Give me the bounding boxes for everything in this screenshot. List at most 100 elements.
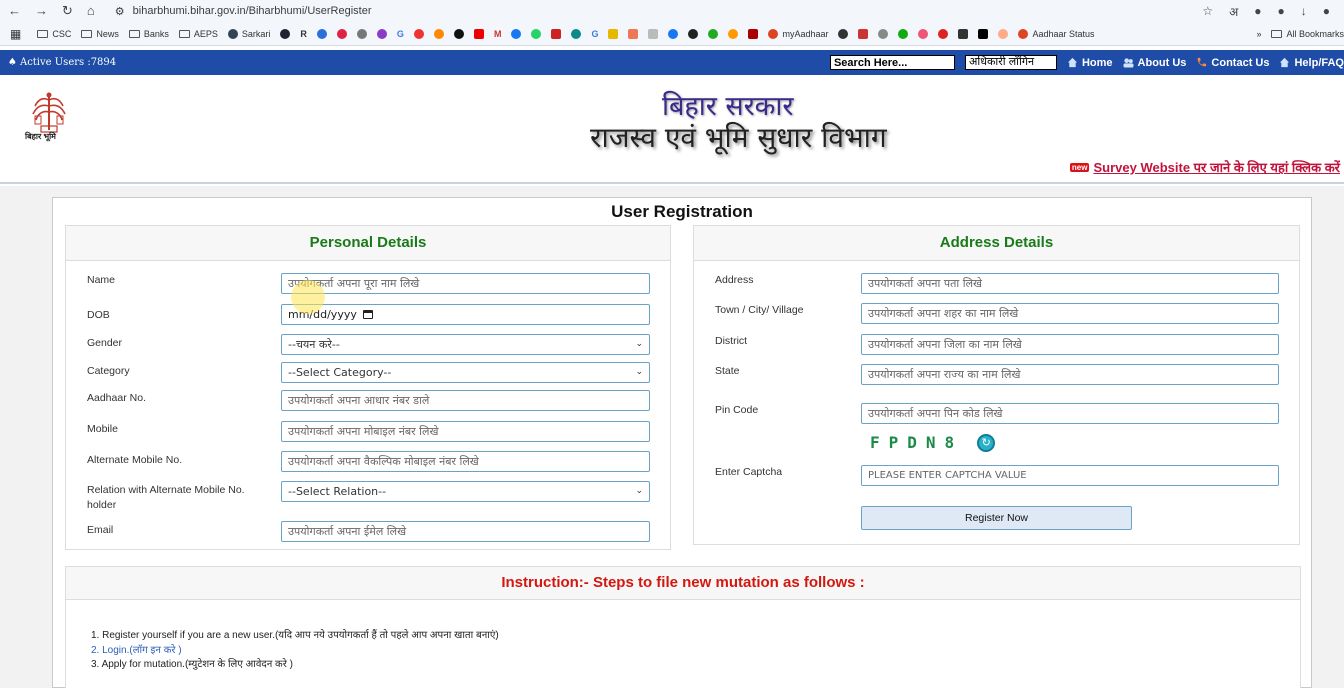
globe-icon [838,28,849,39]
instruction-step-login-link[interactable]: 2. Login.(लॉग इन करे ) [91,644,499,659]
bookmark-news[interactable]: News [81,29,119,39]
url-text[interactable]: biharbhumi.bihar.gov.in/Biharbhumi/UserR… [133,5,372,17]
browser-nav: ← → ↻ ⌂ [0,3,95,19]
bookmark-doc[interactable] [648,28,659,39]
site-info-icon[interactable]: ⚙ [115,5,125,18]
bookmark-aadhaar-status[interactable]: Aadhaar Status [1018,28,1095,39]
bookmark-red[interactable] [336,28,347,39]
site-icon [938,28,949,39]
town-input[interactable]: उपयोगकर्ता अपना शहर का नाम लिखे [861,303,1279,324]
site-icon [958,28,969,39]
captcha-input[interactable]: PLEASE ENTER CAPTCHA VALUE [861,465,1279,486]
site-header: बिहार भूमि बिहार सरकार राजस्व एवं भूमि स… [0,76,1344,184]
extension-icon[interactable]: ● [1254,4,1261,18]
bookmark-red3[interactable] [551,28,562,39]
bookmark-whatsapp[interactable] [531,28,542,39]
apps-grid-icon[interactable]: ▦ [10,27,21,41]
bookmark-csc[interactable]: CSC [37,29,71,39]
mobile-input[interactable]: उपयोगकर्ता अपना मोबाइल नंबर लिखे [281,421,650,442]
mic-icon[interactable]: ● [1278,4,1285,18]
bookmark-r[interactable]: R [300,29,307,39]
bookmark-facebook[interactable] [668,28,679,39]
relation-select[interactable]: --Select Relation-- ⌄ [281,481,650,502]
download-icon[interactable]: ↓ [1301,4,1307,18]
bookmark-gray[interactable] [356,28,367,39]
state-input[interactable]: उपयोगकर्ता अपना राज्य का नाम लिखे [861,364,1279,385]
nav-home[interactable]: Home [1067,57,1113,69]
bookmark-blue[interactable] [316,28,327,39]
bookmark-orange2[interactable] [628,28,639,39]
more-bookmarks-icon[interactable]: » [1256,29,1261,39]
back-icon[interactable]: ← [8,3,21,19]
bookmark-yellow[interactable] [608,28,619,39]
bookmark-x[interactable] [978,28,989,39]
bookmark-g[interactable]: G [397,29,404,39]
district-label: District [715,335,748,347]
pincode-input[interactable]: उपयोगकर्ता अपना पिन कोड लिखे [861,403,1279,424]
search-input[interactable] [829,55,955,70]
reload-icon[interactable]: ↻ [62,3,73,19]
user-icon: ♠ [8,57,17,68]
bookmark-green[interactable] [708,28,719,39]
bookmark-g2[interactable]: G [591,29,598,39]
aadhaar-input[interactable]: उपयोगकर्ता अपना आधार नंबर डाले [281,390,650,411]
gender-select[interactable]: --चयन करे-- ⌄ [281,334,650,355]
district-input[interactable]: उपयोगकर्ता अपना जिला का नाम लिखे [861,334,1279,355]
phone-icon [1198,57,1207,67]
bookmark-black[interactable] [453,28,464,39]
bookmark-red4[interactable] [858,28,869,39]
star-icon[interactable]: ☆ [1202,4,1213,18]
instruction-step-apply: 3. Apply for mutation.(म्युटेशन के लिए आ… [91,659,293,670]
instruction-step-register: 1. Register yourself if you are a new us… [91,630,499,641]
email-label: Email [87,524,114,536]
bookmark-github[interactable] [688,28,699,39]
nav-about[interactable]: About Us [1122,57,1186,69]
bookmark-purple[interactable] [376,28,387,39]
refresh-captcha-icon[interactable]: ↻ [977,433,996,452]
email-input[interactable]: उपयोगकर्ता अपना ईमेल लिखे [281,521,650,542]
house-icon [1280,57,1290,68]
chevron-down-icon: ⌄ [635,367,643,377]
survey-website-link[interactable]: new Survey Website पर जाने के लिए यहां क… [1069,158,1340,176]
bookmark-meta[interactable] [511,28,522,39]
bookmark-myaadhaar[interactable]: myAadhaar [768,28,828,39]
new-badge: new [1069,162,1090,172]
bookmark-red5[interactable] [938,28,949,39]
all-bookmarks[interactable]: All Bookmarks [1271,29,1344,39]
hindi-input-icon[interactable]: अ [1229,3,1238,20]
bookmark-amazon[interactable] [728,28,739,39]
url-field[interactable]: ⚙ biharbhumi.bihar.gov.in/Biharbhumi/Use… [115,5,372,18]
bookmark-dot[interactable] [280,28,291,39]
bookmark-green2[interactable] [898,28,909,39]
bookmark-peach[interactable] [998,28,1009,39]
bookmark-red2[interactable] [413,28,424,39]
bookmark-globe[interactable] [838,28,849,39]
name-input[interactable]: उपयोगकर्ता अपना पूरा नाम लिखे [281,273,650,294]
bookmark-gray2[interactable] [878,28,889,39]
avatar[interactable]: ● [1323,4,1330,18]
town-label: Town / City/ Village [715,304,804,316]
officer-login-select[interactable]: अधिकारी लॉगिन [964,55,1057,70]
bookmark-dark[interactable] [958,28,969,39]
category-select[interactable]: --Select Category-- ⌄ [281,362,650,383]
bookmark-pdf[interactable] [748,28,759,39]
alt-mobile-input[interactable]: उपयोगकर्ता अपना वैकल्पिक मोबाइल नंबर लिख… [281,451,650,472]
bookmark-aeps[interactable]: AEPS [178,29,218,39]
forward-icon[interactable]: → [35,3,48,19]
address-input[interactable]: उपयोगकर्ता अपना पता लिखे [861,273,1279,294]
nav-contact[interactable]: Contact Us [1196,57,1269,69]
bookmark-teal[interactable] [571,28,582,39]
dob-input[interactable]: mm/dd/yyyy [281,304,650,325]
bookmark-gmail[interactable]: M [494,29,502,39]
folder-icon [81,29,93,38]
calendar-icon[interactable] [362,310,373,319]
bookmark-youtube[interactable] [473,28,484,39]
nav-help[interactable]: Help/FAQ [1279,57,1344,69]
bookmark-orange[interactable] [433,28,444,39]
pincode-label: Pin Code [715,404,759,416]
bookmark-banks[interactable]: Banks [128,29,169,39]
home-icon[interactable]: ⌂ [87,3,95,19]
register-now-button[interactable]: Register Now [861,506,1132,530]
bookmark-sarkari[interactable]: Sarkari [227,28,270,39]
bookmark-pink[interactable] [918,28,929,39]
